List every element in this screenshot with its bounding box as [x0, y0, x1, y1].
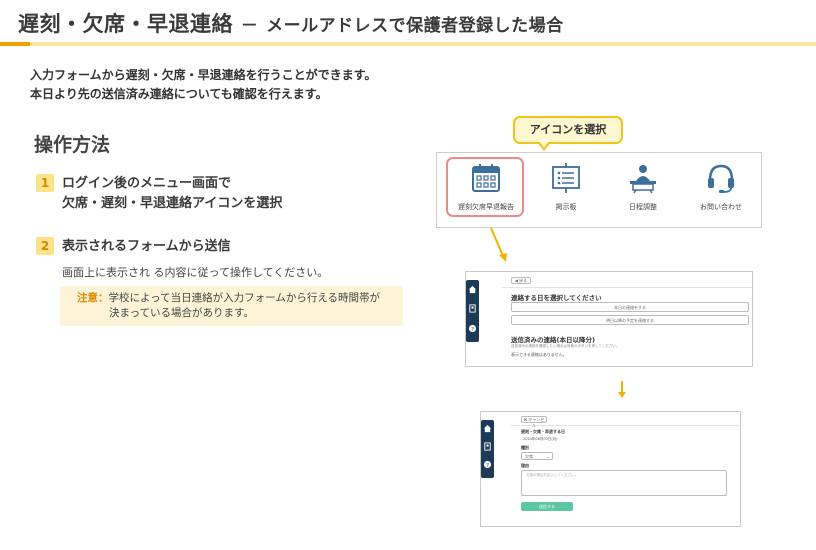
chevron-down-icon: ⌄: [546, 454, 550, 459]
user-icon: [484, 442, 491, 451]
menu-item-label: 掲示板: [555, 203, 577, 211]
caution-note: 注意：学校によって当日連絡が入力フォームから行える時間帯が 決まっている場合があ…: [60, 286, 403, 326]
help-icon: ?: [483, 460, 492, 469]
title-separator: －: [240, 16, 259, 36]
section-title: 操作方法: [34, 134, 111, 156]
date-field-label: 遅刻・欠席・早退する日: [521, 429, 565, 434]
selected-icon-highlight: [446, 157, 524, 217]
select-icon-callout: アイコンを選択: [513, 116, 623, 144]
report-form-screenshot: ? ✖ キャンセル 遅刻・欠席・早退する日 2024年06月03日(月) 種別 …: [480, 411, 741, 527]
reason-field-label: 理由: [521, 463, 529, 468]
caution-label: 注意：: [77, 292, 109, 304]
title-sub: メールアドレスで保護者登録した場合: [266, 16, 564, 36]
header-underline-accent: [0, 42, 30, 46]
page-title: 遅刻・欠席・早退連絡 － メールアドレスで保護者登録した場合: [18, 8, 564, 38]
side-nav: ?: [466, 280, 479, 342]
step-2-line-1: 表示されるフォームから送信: [62, 239, 231, 254]
step-2-desc: 画面上に表示され る内容に従って操作してください。: [62, 266, 329, 279]
back-button[interactable]: ◀ 戻る: [511, 277, 531, 284]
divider: [502, 287, 752, 288]
svg-text:?: ?: [486, 463, 489, 469]
step-number: 1: [36, 174, 54, 192]
cancel-button[interactable]: ✖ キャンセル: [521, 416, 547, 428]
caution-line-2: 決まっている場合があります。: [109, 307, 255, 319]
title-main: 遅刻・欠席・早退連絡: [18, 12, 233, 36]
page-header: 遅刻・欠席・早退連絡 － メールアドレスで保護者登録した場合: [0, 0, 816, 46]
bulletin-board-icon: [552, 163, 580, 193]
date-field-value: 2024年06月03日(月): [523, 437, 558, 441]
sent-heading: 送信済みの連絡(本日以降分): [511, 336, 595, 344]
select-day-heading: 連絡する日を選択してください: [511, 294, 602, 302]
intro-line-1: 入力フォームから遅刻・欠席・早退連絡を行うことができます。: [30, 68, 377, 82]
form-select-day-screenshot: ? ◀ 戻る 連絡する日を選択してください 本日の連絡をする 明日以降の予定を連…: [465, 271, 753, 367]
menu-item-label: 日程調整: [629, 203, 657, 211]
type-field-label: 種別: [521, 445, 529, 450]
menu-item-label: お問い合わせ: [700, 203, 742, 211]
headset-icon: [708, 164, 734, 193]
type-select[interactable]: 欠席 ⌄: [521, 452, 553, 460]
home-icon: [483, 424, 492, 433]
submit-button[interactable]: 送信する: [521, 502, 573, 511]
caution-line-1: 学校によって当日連絡が入力フォームから行える時間帯が: [108, 292, 381, 304]
help-icon: ?: [468, 324, 477, 333]
menu-item-schedule[interactable]: 日程調整: [603, 153, 683, 229]
divider: [511, 425, 739, 426]
step-text: ログイン後のメニュー画面で 欠席・遅刻・早退連絡アイコンを選択: [62, 174, 282, 214]
header-underline: [0, 42, 816, 46]
no-records-text: 表示できる連絡はありません。: [511, 352, 567, 357]
sent-description: 送信済みの連絡を確認したい場合は対象のボタンを押してください。: [511, 344, 620, 348]
user-icon: [469, 304, 476, 313]
step-1-line-2: 欠席・遅刻・早退連絡アイコンを選択: [62, 196, 283, 211]
intro-line-2: 本日より先の送信済み連絡についても確認を行えます。: [30, 87, 328, 101]
callout-tail-inner: [539, 141, 549, 148]
arrow-down-icon: [618, 381, 626, 398]
schedule-meeting-icon: [630, 165, 656, 194]
side-nav: ?: [481, 420, 494, 478]
intro-text: 入力フォームから遅刻・欠席・早退連絡を行うことができます。 本日より先の送信済み…: [30, 66, 376, 104]
arrow-down-right-icon: [490, 227, 507, 262]
svg-text:?: ?: [471, 327, 474, 333]
menu-item-bulletin-board[interactable]: 掲示板: [526, 153, 606, 229]
home-icon: [468, 285, 477, 294]
step-1-line-1: ログイン後のメニュー画面で: [62, 176, 232, 191]
step-number: 2: [36, 237, 54, 255]
reason-textarea[interactable]: 欠席の理由を記入してください。: [521, 470, 727, 496]
menu-item-contact[interactable]: お問い合わせ: [681, 153, 761, 229]
future-report-button[interactable]: 明日以降の予定を連絡する: [511, 315, 749, 325]
today-report-button[interactable]: 本日の連絡をする: [511, 302, 749, 312]
type-select-value: 欠席: [525, 454, 533, 459]
